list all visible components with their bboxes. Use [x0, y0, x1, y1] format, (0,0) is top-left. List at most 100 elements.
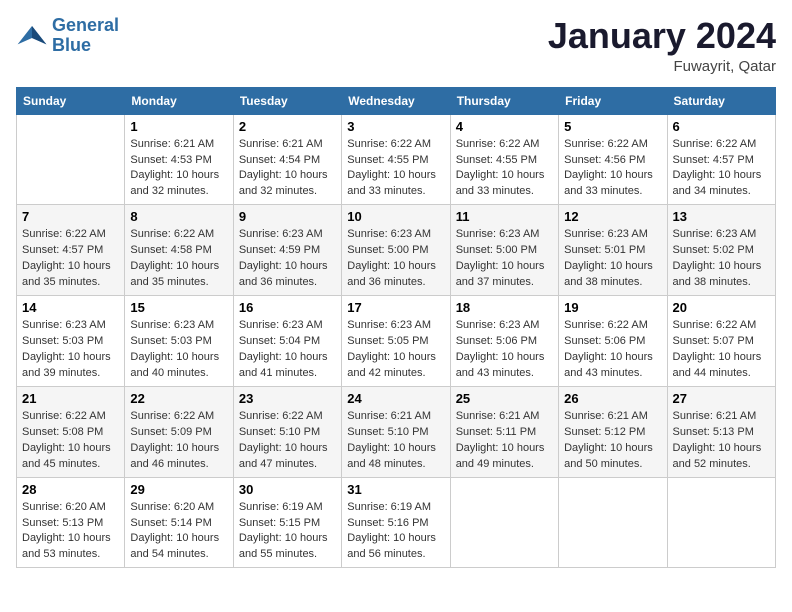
- day-number: 18: [456, 300, 553, 315]
- col-header-tuesday: Tuesday: [233, 87, 341, 114]
- day-number: 15: [130, 300, 227, 315]
- day-info: Sunrise: 6:22 AM Sunset: 4:57 PM Dayligh…: [22, 227, 119, 291]
- day-info: Sunrise: 6:23 AM Sunset: 5:06 PM Dayligh…: [456, 318, 553, 382]
- day-number: 7: [22, 209, 119, 224]
- calendar-cell: [667, 477, 775, 568]
- day-info: Sunrise: 6:23 AM Sunset: 5:02 PM Dayligh…: [673, 227, 770, 291]
- day-info: Sunrise: 6:21 AM Sunset: 5:11 PM Dayligh…: [456, 409, 553, 473]
- day-info: Sunrise: 6:23 AM Sunset: 4:59 PM Dayligh…: [239, 227, 336, 291]
- calendar-cell: 6 Sunrise: 6:22 AM Sunset: 4:57 PM Daylig…: [667, 114, 775, 205]
- day-number: 2: [239, 119, 336, 134]
- calendar-cell: 20 Sunrise: 6:22 AM Sunset: 5:07 PM Dayli…: [667, 296, 775, 387]
- day-number: 13: [673, 209, 770, 224]
- day-info: Sunrise: 6:22 AM Sunset: 5:10 PM Dayligh…: [239, 409, 336, 473]
- calendar-cell: 21 Sunrise: 6:22 AM Sunset: 5:08 PM Dayli…: [17, 386, 125, 477]
- day-info: Sunrise: 6:23 AM Sunset: 5:03 PM Dayligh…: [130, 318, 227, 382]
- calendar-cell: 5 Sunrise: 6:22 AM Sunset: 4:56 PM Daylig…: [559, 114, 667, 205]
- calendar-cell: 17 Sunrise: 6:23 AM Sunset: 5:05 PM Dayli…: [342, 296, 450, 387]
- day-info: Sunrise: 6:22 AM Sunset: 4:56 PM Dayligh…: [564, 137, 661, 201]
- day-number: 10: [347, 209, 444, 224]
- day-number: 12: [564, 209, 661, 224]
- day-info: Sunrise: 6:21 AM Sunset: 5:10 PM Dayligh…: [347, 409, 444, 473]
- day-info: Sunrise: 6:22 AM Sunset: 5:09 PM Dayligh…: [130, 409, 227, 473]
- day-number: 6: [673, 119, 770, 134]
- day-number: 9: [239, 209, 336, 224]
- col-header-friday: Friday: [559, 87, 667, 114]
- day-number: 22: [130, 391, 227, 406]
- day-number: 24: [347, 391, 444, 406]
- day-number: 5: [564, 119, 661, 134]
- day-info: Sunrise: 6:19 AM Sunset: 5:15 PM Dayligh…: [239, 500, 336, 564]
- col-header-wednesday: Wednesday: [342, 87, 450, 114]
- day-number: 3: [347, 119, 444, 134]
- calendar-cell: [17, 114, 125, 205]
- calendar-cell: 27 Sunrise: 6:21 AM Sunset: 5:13 PM Dayli…: [667, 386, 775, 477]
- calendar-cell: 22 Sunrise: 6:22 AM Sunset: 5:09 PM Dayli…: [125, 386, 233, 477]
- calendar-cell: 4 Sunrise: 6:22 AM Sunset: 4:55 PM Daylig…: [450, 114, 558, 205]
- day-info: Sunrise: 6:20 AM Sunset: 5:13 PM Dayligh…: [22, 500, 119, 564]
- col-header-saturday: Saturday: [667, 87, 775, 114]
- day-info: Sunrise: 6:22 AM Sunset: 4:57 PM Dayligh…: [673, 137, 770, 201]
- page-header: General Blue January 2024 Fuwayrit, Qata…: [16, 16, 776, 75]
- calendar-cell: 19Sunrise: 6:22 AM Sunset: 5:06 PM Dayli…: [559, 296, 667, 387]
- col-header-monday: Monday: [125, 87, 233, 114]
- calendar-cell: 12 Sunrise: 6:23 AM Sunset: 5:01 PM Dayli…: [559, 205, 667, 296]
- day-number: 28: [22, 482, 119, 497]
- day-info: Sunrise: 6:23 AM Sunset: 5:00 PM Dayligh…: [456, 227, 553, 291]
- col-header-thursday: Thursday: [450, 87, 558, 114]
- calendar-cell: 15 Sunrise: 6:23 AM Sunset: 5:03 PM Dayli…: [125, 296, 233, 387]
- day-number: 16: [239, 300, 336, 315]
- col-header-sunday: Sunday: [17, 87, 125, 114]
- day-info: Sunrise: 6:21 AM Sunset: 5:12 PM Dayligh…: [564, 409, 661, 473]
- day-number: 17: [347, 300, 444, 315]
- day-info: Sunrise: 6:20 AM Sunset: 5:14 PM Dayligh…: [130, 500, 227, 564]
- day-info: Sunrise: 6:22 AM Sunset: 5:07 PM Dayligh…: [673, 318, 770, 382]
- calendar-cell: 24 Sunrise: 6:21 AM Sunset: 5:10 PM Dayli…: [342, 386, 450, 477]
- calendar-cell: 29 Sunrise: 6:20 AM Sunset: 5:14 PM Dayli…: [125, 477, 233, 568]
- calendar-cell: 10Sunrise: 6:23 AM Sunset: 5:00 PM Dayli…: [342, 205, 450, 296]
- day-info: Sunrise: 6:23 AM Sunset: 5:04 PM Dayligh…: [239, 318, 336, 382]
- calendar-cell: 28 Sunrise: 6:20 AM Sunset: 5:13 PM Dayli…: [17, 477, 125, 568]
- day-number: 23: [239, 391, 336, 406]
- calendar-cell: 11Sunrise: 6:23 AM Sunset: 5:00 PM Dayli…: [450, 205, 558, 296]
- day-info: Sunrise: 6:22 AM Sunset: 4:55 PM Dayligh…: [456, 137, 553, 201]
- day-info: Sunrise: 6:19 AM Sunset: 5:16 PM Dayligh…: [347, 500, 444, 564]
- day-number: 26: [564, 391, 661, 406]
- logo-text: General Blue: [52, 16, 119, 56]
- day-number: 29: [130, 482, 227, 497]
- day-number: 4: [456, 119, 553, 134]
- calendar-cell: 30 Sunrise: 6:19 AM Sunset: 5:15 PM Dayli…: [233, 477, 341, 568]
- day-info: Sunrise: 6:21 AM Sunset: 5:13 PM Dayligh…: [673, 409, 770, 473]
- day-info: Sunrise: 6:23 AM Sunset: 5:01 PM Dayligh…: [564, 227, 661, 291]
- calendar-cell: 2 Sunrise: 6:21 AM Sunset: 4:54 PM Daylig…: [233, 114, 341, 205]
- day-info: Sunrise: 6:22 AM Sunset: 4:55 PM Dayligh…: [347, 137, 444, 201]
- day-info: Sunrise: 6:21 AM Sunset: 4:53 PM Dayligh…: [130, 137, 227, 201]
- calendar-cell: [450, 477, 558, 568]
- day-number: 14: [22, 300, 119, 315]
- calendar-cell: 8Sunrise: 6:22 AM Sunset: 4:58 PM Daylig…: [125, 205, 233, 296]
- day-number: 20: [673, 300, 770, 315]
- calendar-cell: [559, 477, 667, 568]
- calendar-cell: 3 Sunrise: 6:22 AM Sunset: 4:55 PM Daylig…: [342, 114, 450, 205]
- day-info: Sunrise: 6:23 AM Sunset: 5:05 PM Dayligh…: [347, 318, 444, 382]
- calendar-cell: 25Sunrise: 6:21 AM Sunset: 5:11 PM Dayli…: [450, 386, 558, 477]
- calendar-cell: 14Sunrise: 6:23 AM Sunset: 5:03 PM Dayli…: [17, 296, 125, 387]
- calendar-cell: 9 Sunrise: 6:23 AM Sunset: 4:59 PM Daylig…: [233, 205, 341, 296]
- calendar-cell: 7 Sunrise: 6:22 AM Sunset: 4:57 PM Daylig…: [17, 205, 125, 296]
- calendar-cell: 26 Sunrise: 6:21 AM Sunset: 5:12 PM Dayli…: [559, 386, 667, 477]
- location-label: Fuwayrit, Qatar: [548, 58, 776, 75]
- day-number: 1: [130, 119, 227, 134]
- day-info: Sunrise: 6:21 AM Sunset: 4:54 PM Dayligh…: [239, 137, 336, 201]
- day-number: 31: [347, 482, 444, 497]
- day-number: 30: [239, 482, 336, 497]
- day-number: 19: [564, 300, 661, 315]
- title-area: January 2024 Fuwayrit, Qatar: [548, 16, 776, 75]
- calendar-cell: 31 Sunrise: 6:19 AM Sunset: 5:16 PM Dayli…: [342, 477, 450, 568]
- day-number: 21: [22, 391, 119, 406]
- calendar-cell: 23 Sunrise: 6:22 AM Sunset: 5:10 PM Dayli…: [233, 386, 341, 477]
- calendar-table: SundayMondayTuesdayWednesdayThursdayFrid…: [16, 87, 776, 569]
- day-info: Sunrise: 6:22 AM Sunset: 5:08 PM Dayligh…: [22, 409, 119, 473]
- day-number: 8: [130, 209, 227, 224]
- calendar-cell: 13 Sunrise: 6:23 AM Sunset: 5:02 PM Dayli…: [667, 205, 775, 296]
- day-number: 27: [673, 391, 770, 406]
